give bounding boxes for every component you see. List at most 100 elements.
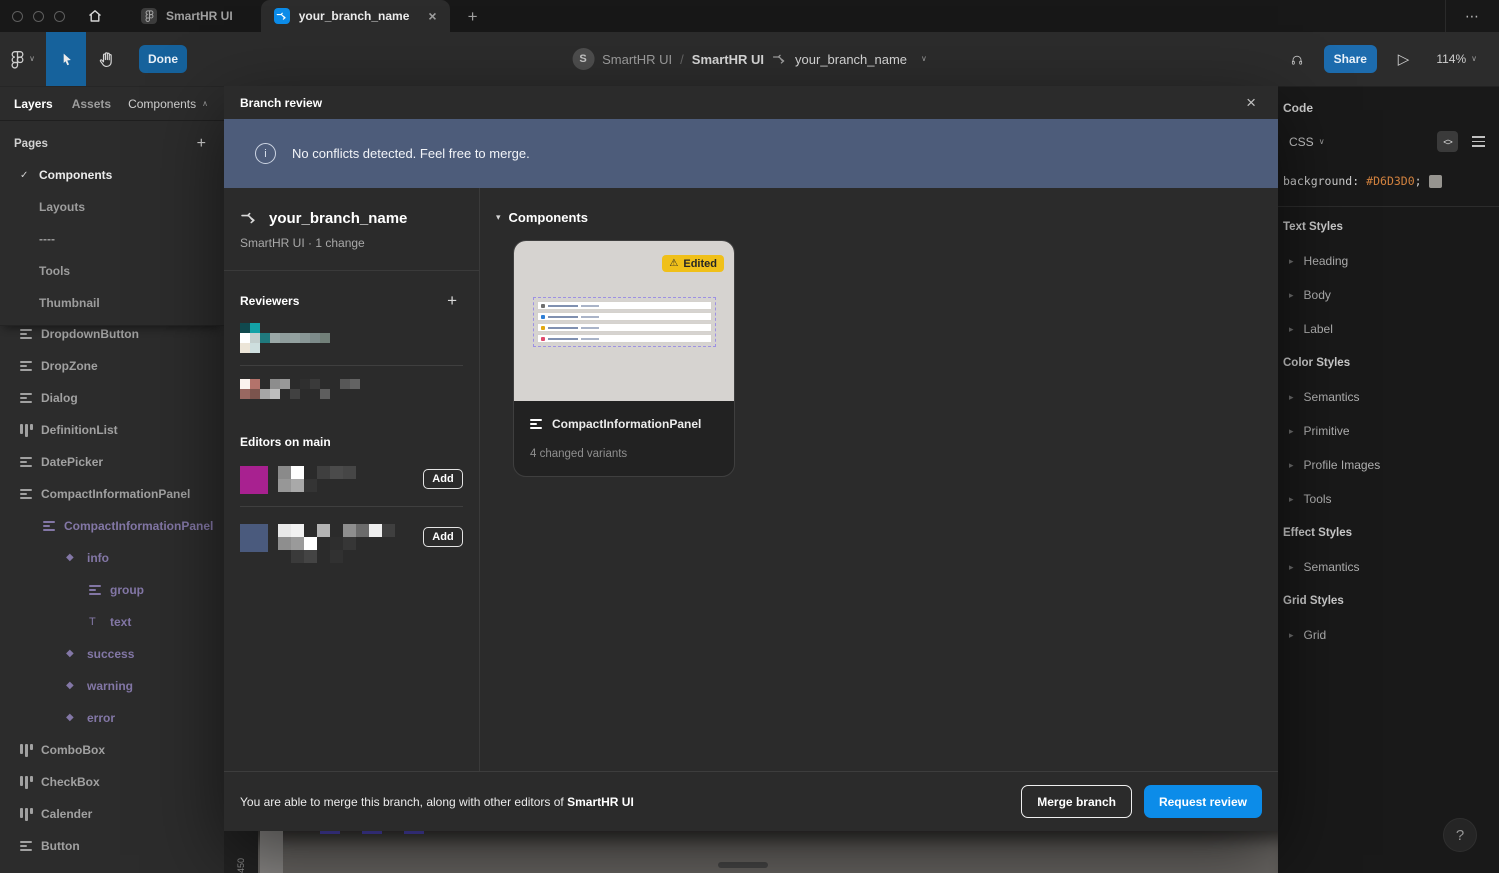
- code-language-selector[interactable]: CSS ∨: [1283, 134, 1331, 150]
- style-row[interactable]: ▸Primitive: [1278, 414, 1499, 448]
- share-button[interactable]: Share: [1324, 45, 1377, 73]
- layer-label: Dialog: [41, 391, 78, 405]
- layer-row[interactable]: ◆warning: [0, 670, 224, 702]
- warning-icon: ⚠: [669, 259, 678, 269]
- breadcrumb-branch[interactable]: your_branch_name: [795, 52, 907, 67]
- help-button[interactable]: ?: [1443, 818, 1477, 852]
- layer-row[interactable]: Dialog: [0, 382, 224, 414]
- breadcrumb-file[interactable]: SmartHR UI: [692, 52, 764, 67]
- audio-button[interactable]: [1285, 50, 1309, 69]
- layer-row[interactable]: DropZone: [0, 350, 224, 382]
- style-row[interactable]: ▸Grid: [1278, 618, 1499, 652]
- tab-layers[interactable]: Layers: [14, 97, 53, 111]
- breadcrumb-org[interactable]: SmartHR UI: [602, 52, 672, 67]
- add-page-button[interactable]: +: [191, 135, 212, 153]
- css-value: #D6D3D0: [1366, 174, 1414, 188]
- tab-assets[interactable]: Assets: [72, 97, 111, 111]
- banner-text: No conflicts detected. Feel free to merg…: [292, 146, 530, 161]
- layer-row[interactable]: ◆success: [0, 638, 224, 670]
- layer-row[interactable]: CompactInformationPanel: [0, 510, 224, 542]
- horizontal-scrollbar[interactable]: [718, 862, 768, 868]
- style-row[interactable]: ▸Profile Images: [1278, 448, 1499, 482]
- tab-smarthr-ui[interactable]: SmartHR UI: [127, 0, 247, 32]
- layer-row[interactable]: Button: [0, 830, 224, 862]
- variant-text-placeholder: [581, 338, 599, 340]
- style-label: Body: [1304, 288, 1331, 302]
- layers-panel[interactable]: DropdownButtonDropZone Dialog DefinitionLi…: [0, 326, 224, 873]
- merge-branch-button[interactable]: Merge branch: [1021, 785, 1132, 818]
- window-zoom-button[interactable]: [54, 11, 65, 22]
- layer-row[interactable]: ◆error: [0, 702, 224, 734]
- add-editor-button[interactable]: Add: [423, 527, 463, 547]
- component-icon: [20, 808, 33, 821]
- layer-row[interactable]: CheckBox: [0, 766, 224, 798]
- style-row[interactable]: ▸Tools: [1278, 482, 1499, 516]
- chevron-up-icon: ∧: [202, 100, 208, 108]
- more-menu-button[interactable]: ⋯: [1446, 8, 1499, 25]
- table-view-toggle[interactable]: [1466, 135, 1491, 148]
- editor-row: Add: [240, 466, 463, 494]
- variant-row: [537, 312, 712, 321]
- window-minimize-button[interactable]: [33, 11, 44, 22]
- request-review-button[interactable]: Request review: [1144, 785, 1262, 818]
- reviewers-title: Reviewers: [240, 294, 299, 308]
- layer-row[interactable]: Ttext: [0, 606, 224, 638]
- new-tab-button[interactable]: +: [462, 7, 484, 26]
- close-modal-icon[interactable]: ×: [1240, 93, 1262, 112]
- style-row[interactable]: ▸Heading: [1278, 244, 1499, 278]
- chrome-right: ⋯: [1445, 0, 1499, 32]
- style-label: Tools: [1304, 492, 1332, 506]
- page-label: Thumbnail: [39, 296, 100, 310]
- modal-header: Branch review ×: [224, 86, 1278, 119]
- page-row[interactable]: Thumbnail: [0, 287, 224, 319]
- page-row[interactable]: ----: [0, 223, 224, 255]
- style-row[interactable]: ▸Semantics: [1278, 550, 1499, 584]
- page-row[interactable]: Layouts: [0, 191, 224, 223]
- layer-label: CompactInformationPanel: [41, 487, 190, 501]
- home-button[interactable]: [81, 7, 109, 25]
- layer-row[interactable]: DropdownButton: [0, 326, 224, 350]
- window-close-button[interactable]: [12, 11, 23, 22]
- code-view-toggle[interactable]: <>: [1437, 131, 1458, 152]
- hand-tool-button[interactable]: [86, 32, 126, 86]
- add-editor-button[interactable]: Add: [423, 469, 463, 489]
- layer-row[interactable]: group: [0, 574, 224, 606]
- layer-row[interactable]: Calender: [0, 798, 224, 830]
- component-name: CompactInformationPanel: [552, 417, 701, 431]
- component-icon: [20, 457, 33, 467]
- tab-your-branch-name[interactable]: your_branch_name ×: [261, 0, 450, 32]
- sidebar-tabs: Layers Assets Components ∧: [0, 87, 224, 121]
- layer-row[interactable]: CompactInformationPanel: [0, 478, 224, 510]
- main-menu-button[interactable]: ∨: [0, 32, 46, 86]
- component-icon: ◆: [66, 681, 79, 691]
- zoom-level-selector[interactable]: 114% ∨: [1430, 51, 1483, 67]
- present-button[interactable]: ▷: [1392, 51, 1416, 68]
- page-label: Components: [39, 168, 112, 182]
- page-selector[interactable]: Components ∧: [122, 96, 214, 112]
- layer-row[interactable]: ◆info: [0, 542, 224, 574]
- avatar: [240, 524, 268, 552]
- color-swatch: [1429, 175, 1442, 188]
- close-tab-icon[interactable]: ×: [428, 9, 436, 23]
- component-card[interactable]: ⚠ Edited CompactInformationPanel 4 chang…: [513, 240, 735, 477]
- pages-title: Pages: [14, 138, 48, 150]
- canvas[interactable]: 450: [224, 831, 1278, 873]
- triangle-down-icon: ▾: [496, 213, 501, 222]
- layer-row[interactable]: DatePicker: [0, 446, 224, 478]
- add-reviewer-button[interactable]: +: [441, 291, 463, 310]
- layer-row[interactable]: DefinitionList: [0, 414, 224, 446]
- done-button[interactable]: Done: [139, 45, 187, 73]
- variant-status-icon: [541, 326, 545, 330]
- styles-list: Text Styles▸Heading▸Body▸LabelColor Styl…: [1278, 210, 1499, 652]
- page-row[interactable]: ✓Components: [0, 159, 224, 191]
- style-row[interactable]: ▸Semantics: [1278, 380, 1499, 414]
- component-icon: [20, 489, 33, 499]
- layer-row[interactable]: ComboBox: [0, 734, 224, 766]
- chevron-down-icon[interactable]: ∨: [921, 55, 927, 63]
- style-row[interactable]: ▸Body: [1278, 278, 1499, 312]
- components-section-header[interactable]: ▾ Components: [496, 210, 1278, 225]
- move-tool-button[interactable]: [46, 32, 86, 86]
- page-row[interactable]: Tools: [0, 255, 224, 287]
- editor-redacted-name: [278, 524, 413, 563]
- style-row[interactable]: ▸Label: [1278, 312, 1499, 346]
